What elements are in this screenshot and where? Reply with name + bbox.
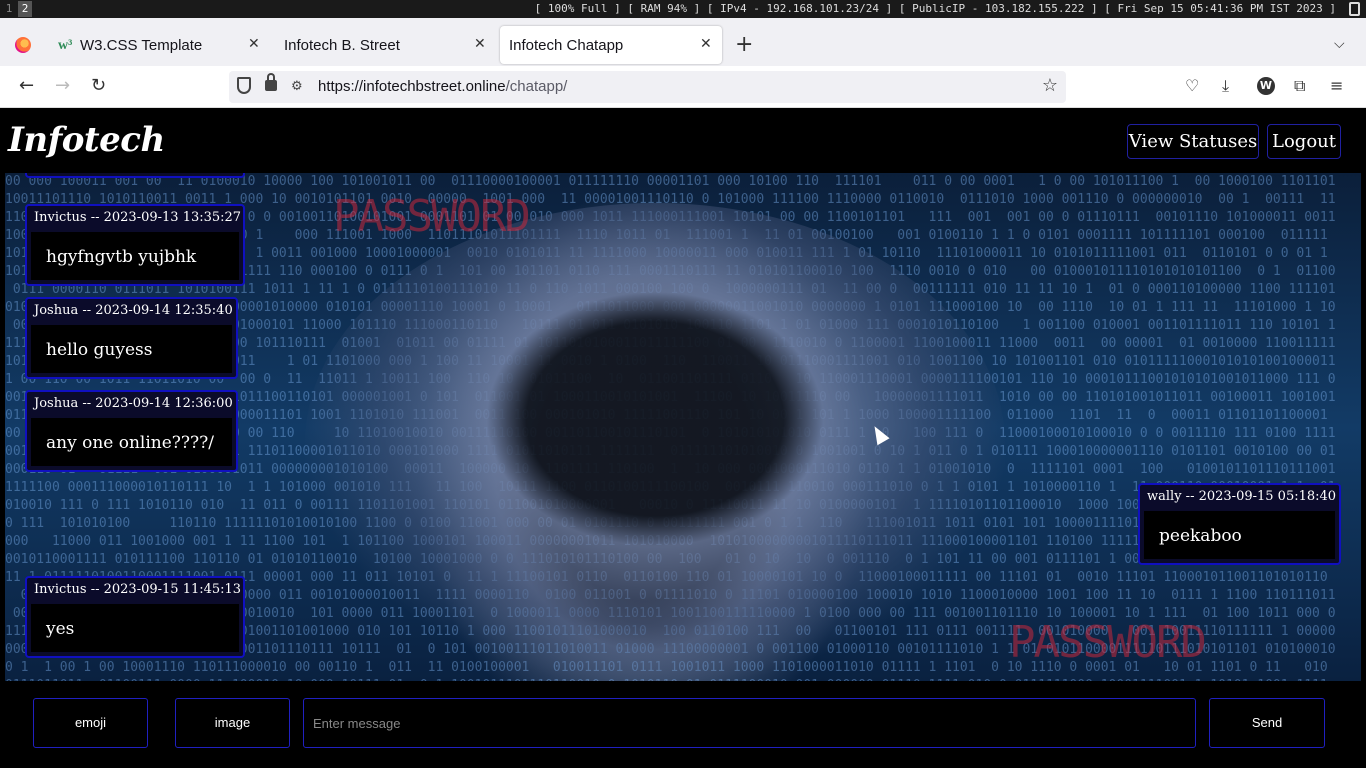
chat-messages-area[interactable]: 00 000 100011 001 00 11 0100010 10000 10… [5,173,1361,681]
message-text: peekaboo [1144,511,1335,559]
clipboard-icon[interactable] [1349,2,1360,16]
site-header: Infotech View Statuses Logout [0,108,1366,173]
password-watermark: PASSWORD [333,191,531,242]
chat-message: Joshua -- 2023-09-14 12:36:00 any one on… [25,390,238,472]
message-text: hello guyess [31,325,232,373]
url-text[interactable]: https://infotechbstreet.online/chatapp/ [318,78,567,95]
navigation-bar: ← → ↻ ⚙ https://infotechbstreet.online/c… [0,66,1366,108]
url-path: /chatapp/ [505,78,568,95]
forward-arrow-icon[interactable]: → [55,76,70,96]
image-button[interactable]: image [175,698,290,748]
logout-button[interactable]: Logout [1267,124,1341,159]
chat-message: Invictus -- 2023-09-15 11:45:13 yes [25,576,245,658]
message-text: hgyfngvtb yujbhk [31,232,239,280]
message-text: yes [31,604,239,652]
workspace-2[interactable]: 2 [18,1,32,17]
message-meta: Joshua -- 2023-09-14 12:35:40 [34,303,233,318]
tab-label: W3.CSS Template [80,37,203,54]
download-icon[interactable]: ⤓ [1222,76,1229,96]
pocket-icon[interactable]: ♡ [1185,76,1199,96]
menu-hamburger-icon[interactable]: ≡ [1330,76,1343,96]
message-meta: Invictus -- 2023-09-13 13:35:27 [34,210,242,225]
tab-strip: w³ W3.CSS Template ✕ Infotech B. Street … [0,18,1366,66]
tab-label: Infotech B. Street [284,37,400,54]
reload-icon[interactable]: ↻ [91,76,106,96]
emoji-button[interactable]: emoji [33,698,148,748]
new-tab-plus-icon[interactable]: + [735,34,753,56]
chat-message: Invictus -- 2023-09-13 13:35:27 hgyfngvt… [25,204,245,286]
close-icon[interactable]: ✕ [474,35,486,52]
url-bar[interactable]: ⚙ https://infotechbstreet.online/chatapp… [229,71,1066,103]
message-composer: emoji image Send [0,681,1366,768]
url-host: https://infotechbstreet.online [318,78,506,95]
tab-infotech-b-street[interactable]: Infotech B. Street ✕ [272,26,496,64]
message-meta: Joshua -- 2023-09-14 12:36:00 [34,396,233,411]
close-icon[interactable]: ✕ [248,35,260,52]
send-button[interactable]: Send [1209,698,1325,748]
chevron-down-icon[interactable]: ⌵ [1334,36,1345,52]
tab-w3css-template[interactable]: w³ W3.CSS Template ✕ [48,26,270,64]
tab-label: Infotech Chatapp [509,37,624,54]
chat-message [25,173,245,178]
workspace-1[interactable]: 1 [2,1,16,17]
back-arrow-icon[interactable]: ← [19,76,34,96]
shield-icon[interactable] [237,77,251,94]
message-meta: wally -- 2023-09-15 05:18:40 [1147,489,1337,504]
password-watermark: PASSWORD [1009,617,1207,668]
hooded-figure-image [305,203,1005,681]
site-logo[interactable]: Infotech [8,120,165,160]
chat-message: wally -- 2023-09-15 05:18:40 peekaboo [1138,483,1341,565]
permissions-icon[interactable]: ⚙ [291,79,303,94]
system-status-bar: 1 2 [ 100% Full ] [ RAM 94% ] [ IPv4 - 1… [0,0,1366,18]
account-icon[interactable]: W [1257,77,1275,95]
chat-message: Joshua -- 2023-09-14 12:35:40 hello guye… [25,297,238,379]
message-meta: Invictus -- 2023-09-15 11:45:13 [34,582,242,597]
firefox-icon[interactable] [15,37,31,53]
system-info-text: [ 100% Full ] [ RAM 94% ] [ IPv4 - 192.1… [534,2,1336,15]
tab-infotech-chatapp[interactable]: Infotech Chatapp ✕ [500,26,722,64]
extensions-icon[interactable]: ⧉ [1294,76,1305,96]
close-icon[interactable]: ✕ [700,35,712,52]
lock-icon[interactable] [265,73,277,91]
bookmark-star-icon[interactable]: ☆ [1042,75,1058,96]
w3schools-icon: w³ [58,38,73,53]
view-statuses-button[interactable]: View Statuses [1127,124,1259,159]
message-text: any one online????/ [31,418,232,466]
web-page: Infotech View Statuses Logout 00 000 100… [0,108,1366,768]
message-input[interactable] [303,698,1196,748]
